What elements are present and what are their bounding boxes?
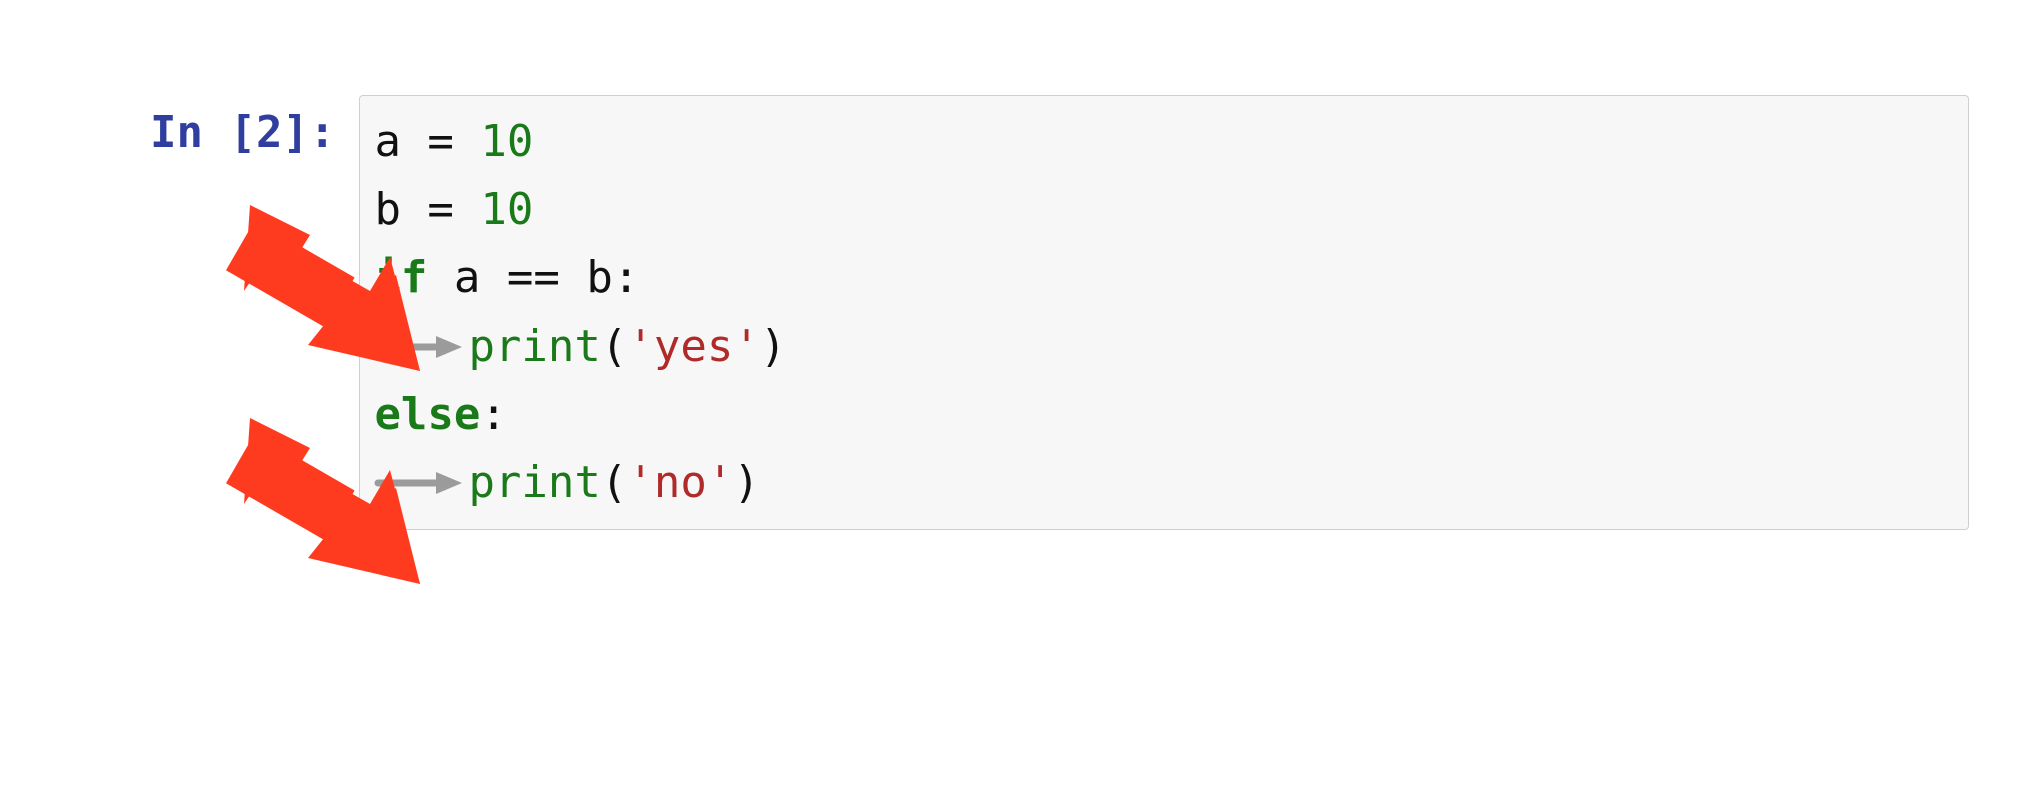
input-prompt: In [2]: — [150, 95, 359, 158]
indent-marker-icon — [374, 470, 462, 496]
code-line-6: print('no') — [374, 449, 1954, 517]
input-cell: In [2]: a = 10 b = 10 if a == b: print('… — [150, 95, 1969, 530]
indent-marker-icon — [374, 334, 462, 360]
string-literal: 'yes' — [627, 313, 759, 381]
colon: : — [613, 244, 640, 312]
space — [427, 244, 454, 312]
rparen: ) — [733, 449, 760, 517]
code-line-2: b = 10 — [374, 176, 1954, 244]
eq-op: == — [480, 244, 586, 312]
identifier-a: a — [374, 108, 401, 176]
lparen: ( — [601, 449, 628, 517]
keyword-if: if — [374, 244, 427, 312]
code-cell[interactable]: a = 10 b = 10 if a == b: print('yes') el… — [359, 95, 1969, 530]
builtin-print: print — [468, 449, 600, 517]
rparen: ) — [760, 313, 787, 381]
code-line-4: print('yes') — [374, 313, 1954, 381]
number-literal: 10 — [480, 108, 533, 176]
code-line-1: a = 10 — [374, 108, 1954, 176]
keyword-else: else — [374, 381, 480, 449]
code-line-3: if a == b: — [374, 244, 1954, 312]
colon: : — [480, 381, 507, 449]
number-literal: 10 — [480, 176, 533, 244]
lparen: ( — [601, 313, 628, 381]
string-literal: 'no' — [627, 449, 733, 517]
builtin-print: print — [468, 313, 600, 381]
identifier-a: a — [454, 244, 481, 312]
identifier-b: b — [374, 176, 401, 244]
assign-op: = — [401, 108, 480, 176]
assign-op: = — [401, 176, 480, 244]
identifier-b: b — [586, 244, 613, 312]
code-line-5: else: — [374, 381, 1954, 449]
